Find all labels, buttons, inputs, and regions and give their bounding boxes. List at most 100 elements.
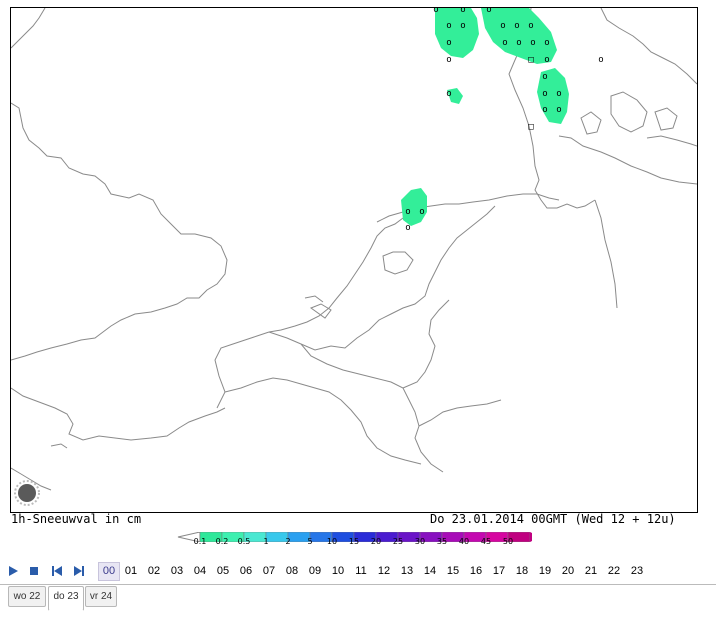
legend-label: 25 xyxy=(392,537,404,546)
legend-label: 45 xyxy=(480,537,492,546)
marker: o xyxy=(446,55,451,65)
hour-item-19[interactable]: 19 xyxy=(535,563,555,580)
marker: o xyxy=(419,207,424,217)
hour-item-10[interactable]: 10 xyxy=(328,563,348,580)
legend-labels: 0.1 0.2 0.5 1 2 5 10 15 20 25 30 35 40 45 50 xyxy=(176,537,532,549)
hour-item-22[interactable]: 22 xyxy=(604,563,624,580)
coast-great-britain xyxy=(11,8,228,361)
skip-back-icon[interactable] xyxy=(50,564,64,578)
coast-isle xyxy=(50,443,68,449)
hour-item-03[interactable]: 03 xyxy=(167,563,187,580)
marker: o xyxy=(460,8,465,15)
hour-item-06[interactable]: 06 xyxy=(236,563,256,580)
snow-area-northsea-west xyxy=(435,8,479,58)
coast-baltic-lower xyxy=(646,135,697,147)
marker: o xyxy=(542,72,547,82)
hour-item-00[interactable]: 00 xyxy=(98,562,120,581)
play-icon[interactable] xyxy=(6,564,20,578)
marker: o xyxy=(514,21,519,31)
hour-item-08[interactable]: 08 xyxy=(282,563,302,580)
marker: o xyxy=(544,38,549,48)
coast-zeeland xyxy=(304,295,332,319)
hour-item-18[interactable]: 18 xyxy=(512,563,532,580)
legend-label: 10 xyxy=(326,537,338,546)
stop-icon[interactable] xyxy=(27,564,41,578)
divider xyxy=(0,584,716,585)
border-de-south xyxy=(418,399,502,427)
marker: □ xyxy=(528,55,534,65)
legend-label: 0.5 xyxy=(237,537,251,546)
legend-label: 0.2 xyxy=(215,537,229,546)
hour-item-16[interactable]: 16 xyxy=(466,563,486,580)
coast-baltic-islands xyxy=(580,91,678,135)
map-frame: o o o o o o o o o o o o o o □ o o o o o … xyxy=(10,7,698,513)
legend-label: 35 xyxy=(436,537,448,546)
marker: o xyxy=(556,105,561,115)
marker: o xyxy=(556,89,561,99)
coast-sw-england xyxy=(11,387,226,441)
hour-item-02[interactable]: 02 xyxy=(144,563,164,580)
hour-item-07[interactable]: 07 xyxy=(259,563,279,580)
hour-item-15[interactable]: 15 xyxy=(443,563,463,580)
border-nl-be-de xyxy=(268,205,496,351)
map-caption-datetime: Do 23.01.2014 00GMT (Wed 12 + 12u) xyxy=(430,512,676,526)
marker: □ xyxy=(528,122,534,132)
hour-item-12[interactable]: 12 xyxy=(374,563,394,580)
legend-label: 30 xyxy=(414,537,426,546)
hour-item-20[interactable]: 20 xyxy=(558,563,578,580)
loading-spinner-icon xyxy=(14,480,40,506)
hour-item-05[interactable]: 05 xyxy=(213,563,233,580)
day-tab-do-23[interactable]: do 23 xyxy=(48,586,84,611)
coastlines xyxy=(11,8,697,491)
legend-label: 0.1 xyxy=(193,537,207,546)
marker: o xyxy=(446,38,451,48)
marker: o xyxy=(502,38,507,48)
marker: o xyxy=(516,38,521,48)
border-france-inner xyxy=(224,377,422,465)
marker: o xyxy=(460,21,465,31)
coast-netherlands xyxy=(268,217,404,333)
border-fr-de xyxy=(402,299,450,389)
marker: o xyxy=(446,21,451,31)
legend-label: 15 xyxy=(348,537,360,546)
legend-label: 20 xyxy=(370,537,382,546)
border-be-lu-de xyxy=(300,343,444,473)
ijsselmeer xyxy=(382,251,414,275)
skip-forward-icon[interactable] xyxy=(72,564,86,578)
hour-item-04[interactable]: 04 xyxy=(190,563,210,580)
marker: o xyxy=(486,8,491,15)
marker: o xyxy=(544,55,549,65)
hour-item-13[interactable]: 13 xyxy=(397,563,417,580)
animation-controls: 00 01 02 03 04 05 06 07 08 09 10 11 12 13 14 15 16 17 18 19… xyxy=(0,561,716,583)
marker: o xyxy=(530,38,535,48)
marker: o xyxy=(542,89,547,99)
marker: o xyxy=(405,207,410,217)
marker: o xyxy=(542,105,547,115)
day-tab-wo-22[interactable]: wo 22 xyxy=(8,586,46,607)
coast-baltic xyxy=(558,135,697,185)
color-legend: 0.1 0.2 0.5 1 2 5 10 15 20 25 30 35 40 45 50 xyxy=(176,527,540,549)
hour-item-17[interactable]: 17 xyxy=(489,563,509,580)
legend-label: 5 xyxy=(307,537,313,546)
day-tab-vr-24[interactable]: vr 24 xyxy=(85,586,117,607)
border-de-pl xyxy=(594,199,618,309)
hour-item-11[interactable]: 11 xyxy=(351,563,371,580)
marker: o xyxy=(500,21,505,31)
coast-france xyxy=(214,331,270,409)
hour-item-09[interactable]: 09 xyxy=(305,563,325,580)
marker: o xyxy=(433,8,438,15)
hour-item-23[interactable]: 23 xyxy=(627,563,647,580)
hour-item-21[interactable]: 21 xyxy=(581,563,601,580)
legend-label: 2 xyxy=(285,537,291,546)
map-caption-variable: 1h-Sneeuwval in cm xyxy=(11,512,142,526)
coast-sweden xyxy=(600,8,697,85)
hour-item-14[interactable]: 14 xyxy=(420,563,440,580)
marker: o xyxy=(528,21,533,31)
hour-item-01[interactable]: 01 xyxy=(121,563,141,580)
marker: o xyxy=(405,223,410,233)
weather-map: o o o o o o o o o o o o o o □ o o o o o … xyxy=(11,8,697,491)
legend-label: 40 xyxy=(458,537,470,546)
marker: o xyxy=(446,89,451,99)
legend-label: 50 xyxy=(502,537,514,546)
marker: o xyxy=(598,55,603,65)
